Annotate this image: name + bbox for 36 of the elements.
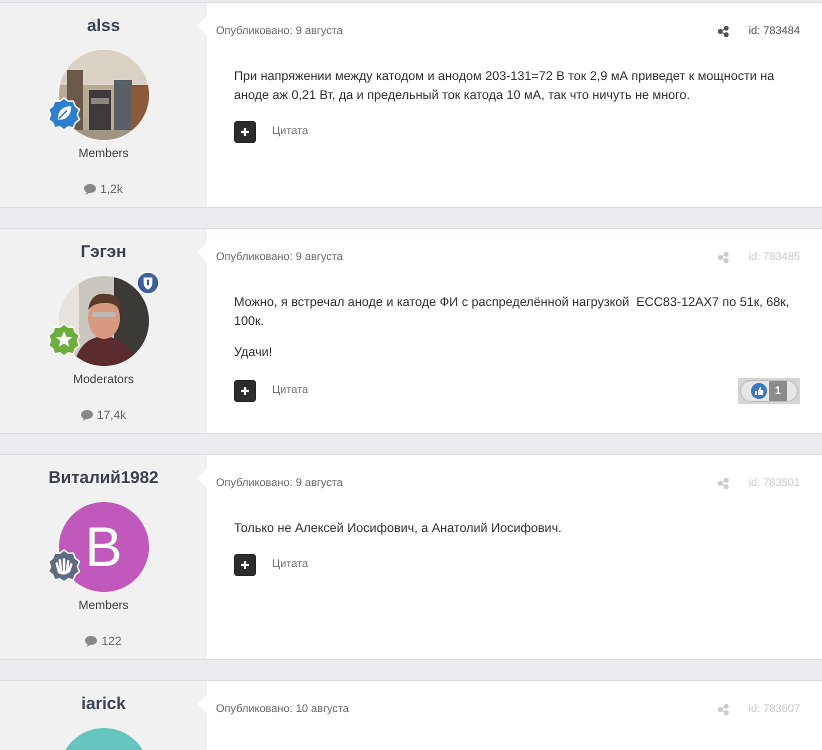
reaction-box[interactable]: 1 [738, 378, 800, 404]
comment-icon [84, 183, 96, 195]
publish-date: Опубликовано: 10 августа [216, 702, 349, 717]
add-button[interactable] [234, 554, 256, 576]
author-name-link[interactable]: alss [86, 15, 120, 37]
author-name-link[interactable]: Гэгэн [80, 241, 126, 263]
author-name-link[interactable]: iarick [81, 693, 126, 715]
post-text: Можно, я встречал аноде и катоде ФИ с распределённой нагрузкой ECC83-12AX7 по 51к, 68к, 100к. [234, 294, 790, 330]
post-count: 122 [101, 633, 122, 650]
publish-date: Опубликовано: 9 августа [216, 24, 343, 39]
avatar-letter: В [84, 519, 122, 575]
post-count: 1,2k [100, 181, 123, 198]
add-button[interactable] [234, 120, 256, 142]
quote-link[interactable]: Цитата [272, 556, 308, 573]
share-icon[interactable] [718, 26, 729, 37]
post-id-link[interactable]: id: 783484 [748, 23, 800, 40]
reaction-count: 1 [768, 380, 787, 400]
quote-link[interactable]: Цитата [272, 123, 308, 140]
add-button[interactable] [234, 380, 256, 402]
user-role: Moderators [73, 371, 134, 388]
plus-icon [240, 560, 250, 570]
post-count: 17,4k [96, 407, 126, 424]
author-name-link[interactable]: Виталий1982 [48, 467, 159, 489]
user-role: Members [78, 597, 128, 614]
publish-date: Опубликовано: 9 августа [216, 476, 343, 491]
plus-icon [240, 386, 250, 396]
publish-date: Опубликовано: 9 августа [216, 250, 343, 265]
post-text: При напряжении между катодом и анодом 203-131=72 В ток 2,9 мА приведет к мощности на аноде аж 0,21 Вт, да и предельный ток катода 10 мА, так что ничуть не много. [234, 68, 776, 104]
quote-link[interactable]: Цитата [272, 382, 308, 399]
comment-icon [85, 635, 98, 647]
post-text: Удачи! [234, 344, 274, 360]
plus-icon [240, 126, 250, 136]
user-role: Members [78, 145, 128, 162]
post-text: Только не Алексей Иосифович, а Анатолий Иосифович. [234, 520, 563, 537]
thumbs-up-icon [750, 382, 767, 398]
comment-icon [80, 409, 93, 421]
